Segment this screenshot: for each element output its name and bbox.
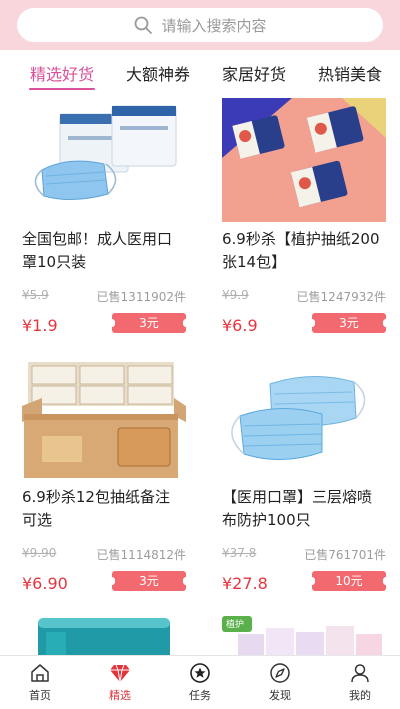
nav-featured[interactable]: 精选 <box>80 656 160 709</box>
nav-discover[interactable]: 发现 <box>240 656 320 709</box>
search-icon <box>135 16 153 34</box>
product-card[interactable]: 全国包邮！成人医用口罩10只装 ¥5.9 已售1311902件 ¥1.9 3元 <box>0 98 200 356</box>
product-card[interactable]: 6.9秒杀12包抽纸备注可选 ¥9.90 已售1114812件 ¥6.90 3元 <box>0 356 200 614</box>
original-price: ¥37.8 <box>222 546 257 560</box>
product-title[interactable]: 全国包邮！成人医用口罩10只装 <box>22 228 182 274</box>
app-root: 请输入搜索内容 精选好货 大额神券 家居好货 热销美食 全国包邮！成人医用口罩1… <box>0 0 400 709</box>
nav-home[interactable]: 首页 <box>0 656 80 709</box>
original-price: ¥5.9 <box>22 288 49 302</box>
brand-tag: 植护 <box>226 620 245 630</box>
nav-profile[interactable]: 我的 <box>320 656 400 709</box>
home-icon <box>31 664 49 682</box>
diamond-icon <box>110 664 130 683</box>
current-price: ¥1.9 <box>22 316 58 335</box>
search-placeholder: 请输入搜索内容 <box>161 16 267 35</box>
sold-count: 已售1311902件 <box>96 290 186 304</box>
sold-count: 已售1247932件 <box>296 290 386 304</box>
tab-home-goods[interactable]: 家居好货 <box>222 64 286 92</box>
nav-label: 我的 <box>349 689 371 702</box>
product-card[interactable]: 【医用口罩】三层熔喷布防护100只 ¥37.8 已售761701件 ¥27.8 … <box>200 356 400 614</box>
surgical-masks-image <box>222 356 386 480</box>
tissue-packs-image <box>222 98 386 222</box>
tab-hot-food[interactable]: 热销美食 <box>318 64 382 92</box>
nav-label: 精选 <box>109 689 131 702</box>
tab-big-coupons[interactable]: 大额神券 <box>126 64 190 92</box>
compass-icon <box>270 663 290 683</box>
product-grid: 全国包邮！成人医用口罩10只装 ¥5.9 已售1311902件 ¥1.9 3元 <box>0 98 400 674</box>
coupon-badge[interactable]: 3元 <box>109 571 189 591</box>
bottom-nav: 首页 精选 任务 发现 我的 <box>0 655 400 709</box>
current-price: ¥6.90 <box>22 574 68 593</box>
category-tabs: 精选好货 大额神券 家居好货 热销美食 <box>0 50 400 98</box>
product-card[interactable]: 6.9秒杀【植护抽纸200张14包】 ¥9.9 已售1247932件 ¥6.9 … <box>200 98 400 356</box>
tissue-box-image <box>22 356 186 480</box>
tab-featured[interactable]: 精选好货 <box>28 64 96 92</box>
coupon-badge[interactable]: 3元 <box>309 313 389 333</box>
product-title[interactable]: 6.9秒杀【植护抽纸200张14包】 <box>222 228 382 274</box>
user-icon <box>351 664 369 683</box>
nav-label: 发现 <box>269 689 291 702</box>
mask-packs-image <box>22 98 186 222</box>
sold-count: 已售1114812件 <box>96 548 186 562</box>
product-title[interactable]: 【医用口罩】三层熔喷布防护100只 <box>222 486 382 532</box>
search-header: 请输入搜索内容 <box>0 0 400 50</box>
nav-label: 首页 <box>29 689 51 702</box>
nav-tasks[interactable]: 任务 <box>160 656 240 709</box>
original-price: ¥9.90 <box>22 546 57 560</box>
current-price: ¥6.9 <box>222 316 258 335</box>
coupon-badge[interactable]: 3元 <box>109 313 189 333</box>
original-price: ¥9.9 <box>222 288 249 302</box>
product-title[interactable]: 6.9秒杀12包抽纸备注可选 <box>22 486 182 532</box>
coupon-badge[interactable]: 10元 <box>309 571 389 591</box>
search-input[interactable]: 请输入搜索内容 <box>17 8 383 42</box>
current-price: ¥27.8 <box>222 574 268 593</box>
nav-label: 任务 <box>189 689 211 702</box>
sold-count: 已售761701件 <box>304 548 386 562</box>
star-icon <box>190 663 210 683</box>
